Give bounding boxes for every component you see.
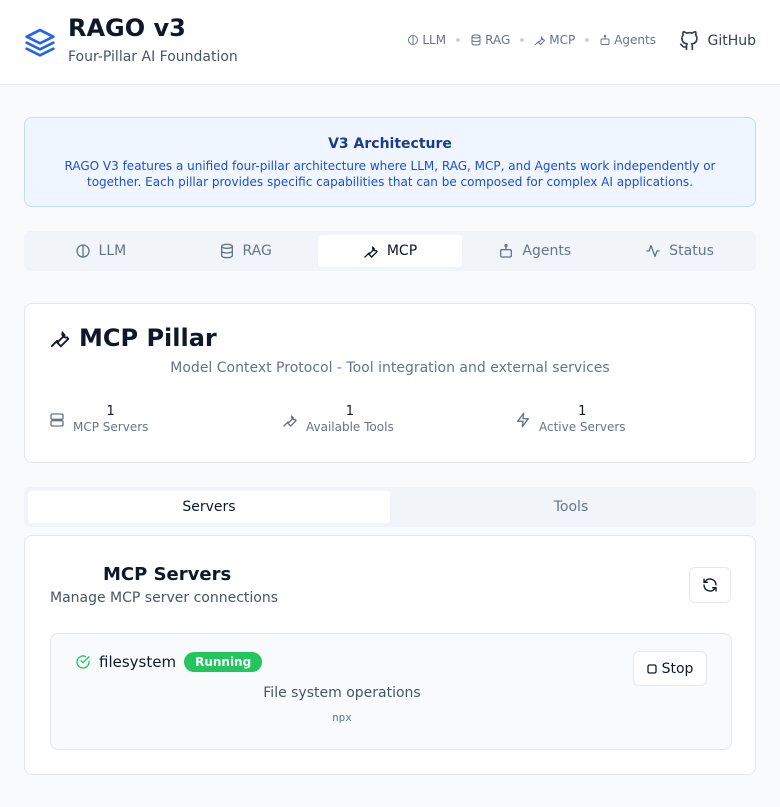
tab-label: RAG [242, 243, 272, 259]
topnav-label: MCP [549, 33, 576, 47]
tab-agents[interactable]: Agents [462, 235, 607, 267]
github-icon [679, 31, 699, 51]
activity-icon [645, 243, 661, 259]
brain-icon [407, 34, 419, 46]
nav-separator [456, 38, 461, 42]
banner-text: RAGO V3 features a unified four-pillar a… [64, 159, 716, 189]
mcp-stats: 1 MCP Servers 1 Available Tools 1 Active… [49, 404, 749, 435]
top-nav: LLM RAG MCP Agents [407, 33, 656, 47]
stat-label: Available Tools [306, 420, 394, 434]
topnav-item-agents[interactable]: Agents [599, 33, 656, 47]
tab-label: MCP [386, 243, 418, 259]
stop-server-button[interactable]: Stop [633, 651, 707, 686]
topnav-item-rag[interactable]: RAG [470, 33, 510, 47]
stat-value: 1 [578, 404, 587, 419]
app-subtitle: Four-Pillar AI Foundation [68, 49, 238, 65]
bot-icon [599, 34, 611, 46]
mcp-servers-card: MCP Servers Manage MCP server connection… [24, 535, 756, 775]
wrench-icon [282, 412, 298, 428]
server-description: File system operations [263, 685, 421, 701]
refresh-icon [702, 577, 718, 593]
topnav-item-mcp[interactable]: MCP [534, 33, 575, 47]
tab-servers[interactable]: Servers [28, 491, 390, 523]
database-icon [470, 34, 482, 46]
github-label: GitHub [707, 33, 756, 49]
topnav-label: Agents [614, 33, 656, 47]
architecture-banner: V3 Architecture RAGO V3 features a unifi… [24, 117, 756, 207]
refresh-button[interactable] [689, 567, 731, 603]
app-header: RAGO v3 Four-Pillar AI Foundation LLM RA… [0, 0, 780, 85]
nav-separator [585, 38, 590, 42]
wrench-icon [49, 327, 71, 349]
check-circle-icon [75, 654, 91, 670]
wrench-icon [534, 34, 546, 46]
tab-mcp[interactable]: MCP [317, 235, 463, 267]
layers-logo-icon [24, 25, 56, 59]
tab-label: LLM [98, 243, 127, 259]
server-name: filesystem [99, 653, 177, 671]
app-title: RAGO v3 [68, 14, 186, 42]
tab-tools[interactable]: Tools [390, 491, 752, 523]
server-icon [49, 412, 65, 428]
database-icon [219, 243, 235, 259]
brain-icon [75, 243, 91, 259]
topnav-label: LLM [422, 33, 447, 47]
stop-label: Stop [661, 660, 694, 677]
stat-active-servers: 1 Active Servers [515, 404, 748, 435]
tab-label: Status [669, 243, 714, 259]
square-icon [646, 663, 657, 674]
tab-label: Agents [522, 243, 572, 259]
servers-description: Manage MCP server connections [50, 590, 279, 606]
mcp-description: Model Context Protocol - Tool integratio… [170, 360, 610, 376]
bot-icon [498, 243, 514, 259]
pillar-tabs: LLM RAG MCP Agents Status [24, 231, 756, 271]
stat-value: 1 [345, 404, 354, 419]
stat-label: Active Servers [539, 420, 626, 434]
tab-llm[interactable]: LLM [28, 235, 173, 267]
tab-status[interactable]: Status [607, 235, 752, 267]
stat-mcp-servers: 1 MCP Servers [49, 404, 282, 435]
tab-rag[interactable]: RAG [173, 235, 318, 267]
nav-separator [520, 38, 525, 42]
topnav-label: RAG [485, 33, 511, 47]
servers-title: MCP Servers [103, 564, 232, 585]
mcp-title: MCP Pillar [79, 324, 217, 352]
stat-available-tools: 1 Available Tools [282, 404, 515, 435]
topnav-item-llm[interactable]: LLM [407, 33, 446, 47]
stat-label: MCP Servers [73, 420, 149, 434]
status-badge: Running [184, 652, 263, 672]
mcp-header: MCP Pillar [49, 324, 217, 352]
banner-title: V3 Architecture [328, 136, 452, 152]
server-list-item: filesystem Running Stop File system oper… [50, 633, 732, 750]
zap-icon [515, 412, 531, 428]
mcp-sub-tabs: Servers Tools [24, 487, 756, 527]
mcp-pillar-card: MCP Pillar Model Context Protocol - Tool… [24, 303, 756, 463]
server-command: npx [332, 711, 352, 724]
server-name-row: filesystem Running [75, 652, 263, 672]
stat-value: 1 [106, 404, 115, 419]
wrench-icon [363, 243, 379, 259]
github-link[interactable]: GitHub [679, 31, 756, 51]
